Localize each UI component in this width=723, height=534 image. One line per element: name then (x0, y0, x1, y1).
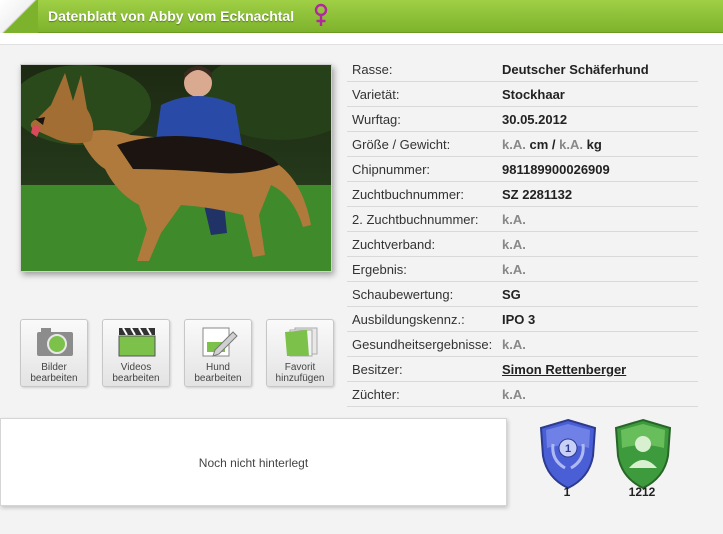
edit-videos-label-1: Videos (120, 362, 152, 373)
detail-row-gesundheit: Gesundheitsergebnisse: k.A. (347, 332, 698, 357)
groesse-value: k.A. cm / k.A. kg (502, 132, 602, 157)
dog-details-table: Rasse: Deutscher Schäferhund Varietät: S… (347, 57, 698, 407)
owner-link[interactable]: Simon Rettenberger (502, 362, 626, 377)
page-title: Datenblatt von Abby vom Ecknachtal (48, 8, 295, 24)
detail-row-ergebnis: Ergebnis: k.A. (347, 257, 698, 282)
detail-row-wurftag: Wurftag: 30.05.2012 (347, 107, 698, 132)
clapperboard-icon (118, 327, 156, 357)
ausbildung-value: IPO 3 (502, 312, 536, 327)
zuchtbuch2-label: 2. Zuchtbuchnummer: (352, 212, 479, 227)
wurftag-value: 30.05.2012 (502, 112, 568, 127)
notes-empty-text: Noch nicht hinterlegt (198, 456, 309, 470)
detail-row-zuchtbuch2: 2. Zuchtbuchnummer: k.A. (347, 207, 698, 232)
chip-value: 981189900026909 (502, 162, 610, 177)
laurel-shield-icon[interactable]: 1 (537, 418, 599, 490)
camera-icon (37, 328, 73, 356)
edit-videos-label-2: bearbeiten (112, 373, 160, 384)
schau-value: SG (502, 287, 521, 302)
zuchtbuch-label: Zuchtbuchnummer: (352, 187, 464, 202)
ausbildung-label: Ausbildungskennz.: (352, 312, 465, 327)
chip-label: Chipnummer: (352, 162, 431, 177)
dog-photo-image (21, 65, 331, 271)
edit-images-label-2: bearbeiten (30, 373, 78, 384)
edit-videos-button[interactable]: Videos bearbeiten (102, 319, 170, 387)
add-favorite-label-2: hinzufügen (275, 373, 325, 384)
wurftag-label: Wurftag: (352, 112, 401, 127)
zuechter-label: Züchter: (352, 387, 400, 402)
detail-row-chip: Chipnummer: 981189900026909 (347, 157, 698, 182)
german-shepherd-photo[interactable] (20, 64, 332, 272)
zuechter-value: k.A. (502, 387, 526, 402)
detail-row-verband: Zuchtverband: k.A. (347, 232, 698, 257)
gesundheit-value: k.A. (502, 337, 526, 352)
weight-unit: kg (586, 137, 602, 152)
detail-row-zuechter: Züchter: k.A. (347, 382, 698, 407)
edit-dog-button[interactable]: Hund bearbeiten (184, 319, 252, 387)
page-header: Datenblatt von Abby vom Ecknachtal (0, 0, 723, 33)
gesundheit-label: Gesundheitsergebnisse: (352, 337, 493, 352)
detail-row-rasse: Rasse: Deutscher Schäferhund (347, 57, 698, 82)
badge-2-value: 1212 (628, 485, 656, 499)
edit-dog-label-2: bearbeiten (194, 373, 242, 384)
height-value: k.A. (502, 137, 526, 152)
besitzer-label: Besitzer: (352, 362, 403, 377)
ergebnis-value: k.A. (502, 262, 526, 277)
pencil-icon (202, 327, 238, 357)
verband-value: k.A. (502, 237, 526, 252)
badge-rank-number: 1 (565, 443, 571, 455)
size-separator: / (551, 137, 556, 152)
zuchtbuch-value: SZ 2281132 (502, 187, 573, 202)
detail-row-groesse: Größe / Gewicht: k.A. cm / k.A. kg (347, 132, 698, 157)
detail-row-besitzer: Besitzer: Simon Rettenberger (347, 357, 698, 382)
edit-images-button[interactable]: Bilder bearbeiten (20, 319, 88, 387)
groesse-label: Größe / Gewicht: (352, 137, 451, 152)
detail-row-ausbildung: Ausbildungskennz.: IPO 3 (347, 307, 698, 332)
detail-row-varietaet: Varietät: Stockhaar (347, 82, 698, 107)
add-favorite-button[interactable]: Favorit hinzufügen (266, 319, 334, 387)
edit-dog-label-1: Hund (206, 362, 230, 373)
besitzer-value: Simon Rettenberger (502, 357, 626, 382)
weight-value: k.A. (559, 137, 583, 152)
detail-row-schau: Schaubewertung: SG (347, 282, 698, 307)
edit-images-label-1: Bilder (41, 362, 67, 373)
zuchtbuch2-value: k.A. (502, 212, 526, 227)
female-symbol-icon (314, 3, 328, 26)
user-shield-icon[interactable] (612, 418, 674, 490)
favorites-icon (285, 327, 318, 357)
rasse-value: Deutscher Schäferhund (502, 62, 649, 77)
varietaet-label: Varietät: (352, 87, 400, 102)
badge-1-value: 1 (563, 485, 571, 499)
schau-label: Schaubewertung: (352, 287, 454, 302)
ergebnis-label: Ergebnis: (352, 262, 407, 277)
detail-row-zuchtbuch: Zuchtbuchnummer: SZ 2281132 (347, 182, 698, 207)
notes-box: Noch nicht hinterlegt (0, 418, 507, 506)
varietaet-value: Stockhaar (502, 87, 565, 102)
height-unit: cm (529, 137, 549, 152)
header-corner-tab (0, 0, 38, 33)
rasse-label: Rasse: (352, 62, 393, 77)
verband-label: Zuchtverband: (352, 237, 436, 252)
add-favorite-label-1: Favorit (284, 362, 316, 373)
